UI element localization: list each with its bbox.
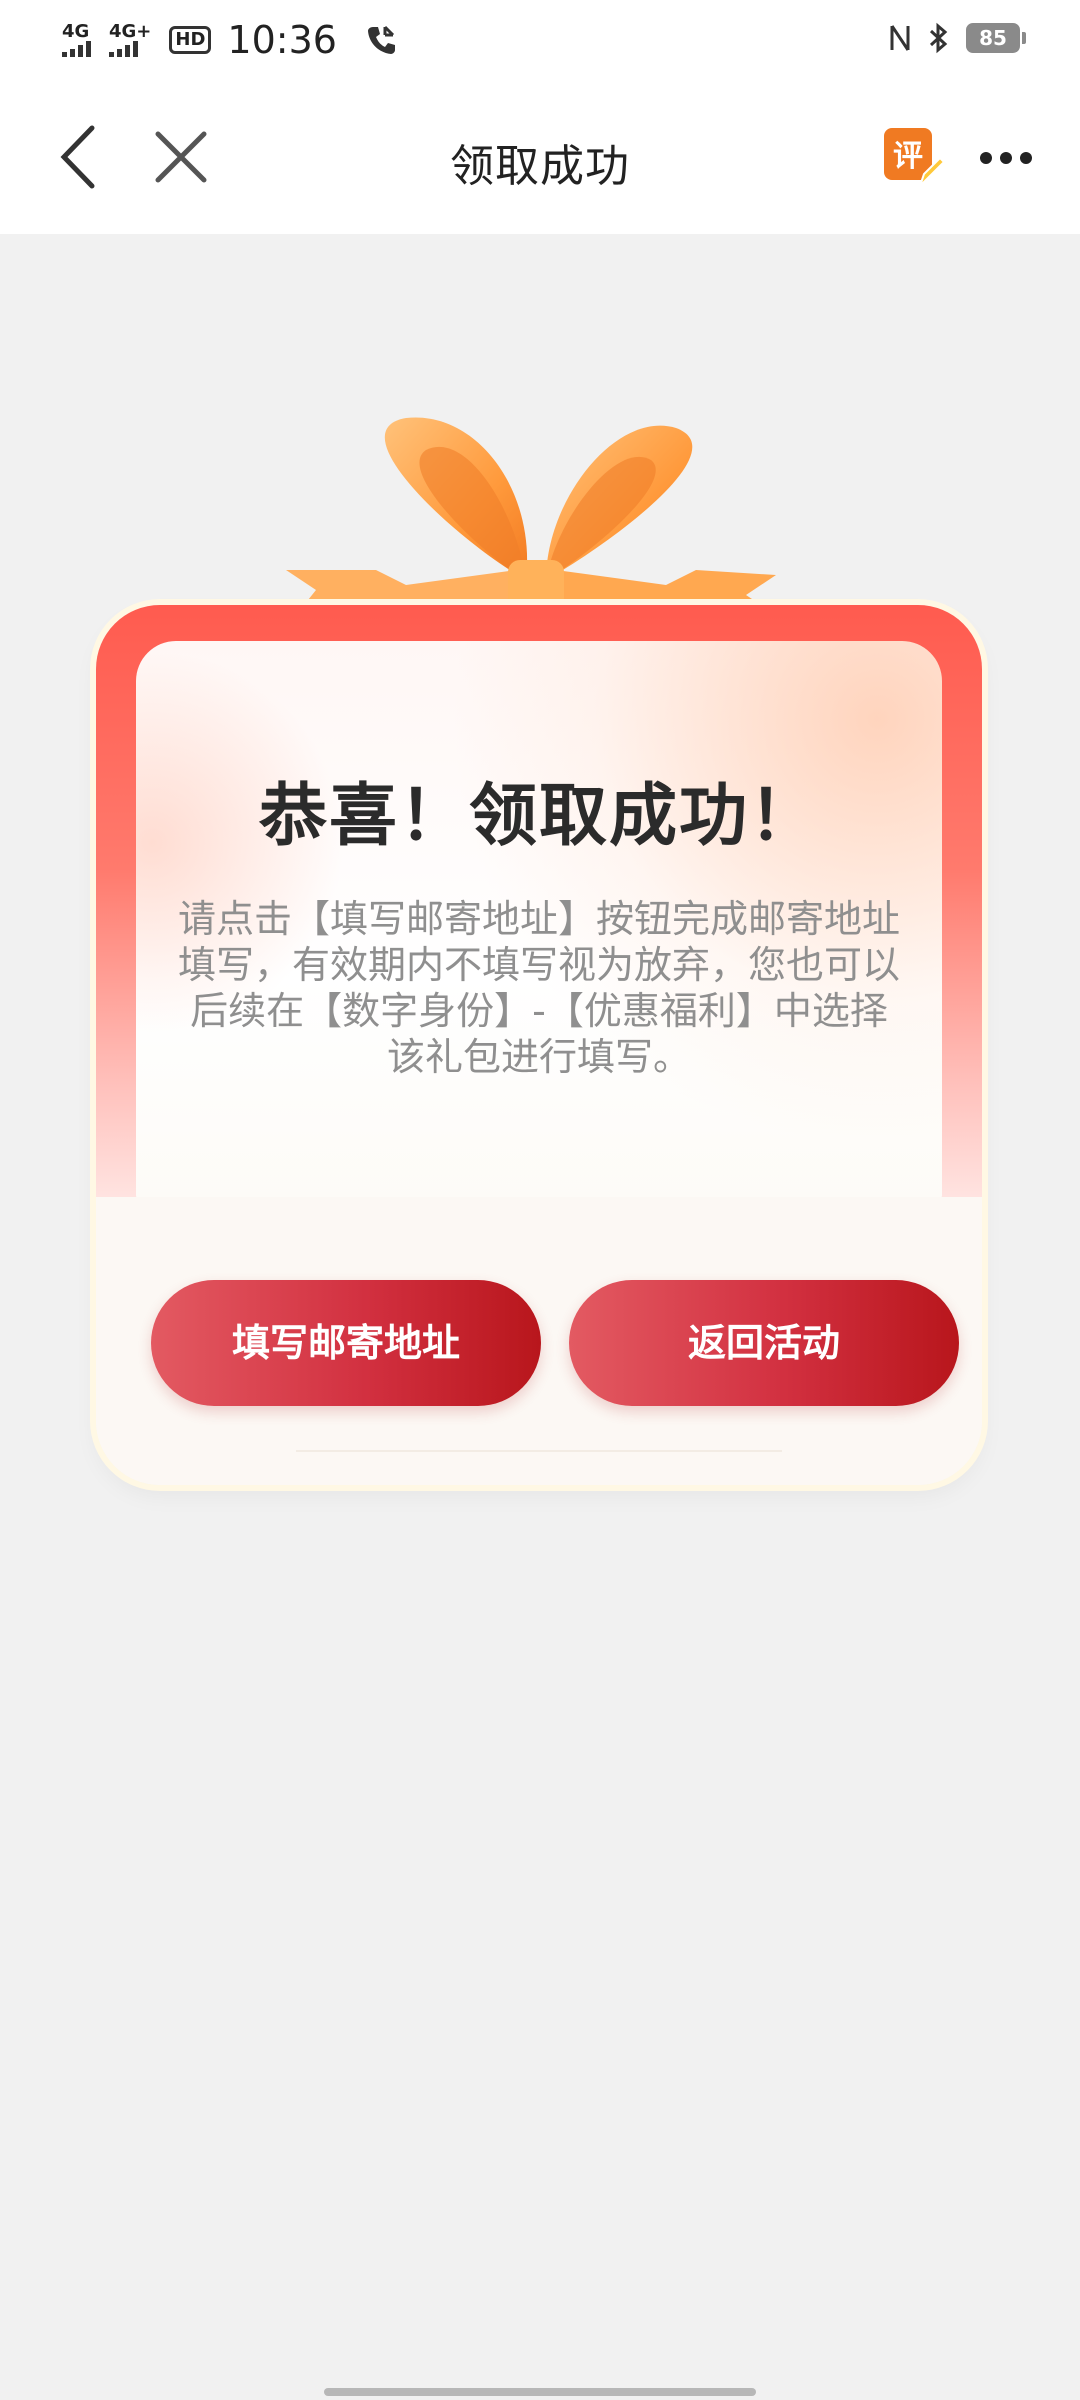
card-divider-notch [406, 1197, 672, 1229]
page: 4G 4G+ HD 10:36 85 领取成功 评 恭喜！领取成功！ 请点击【填… [0, 0, 1080, 2400]
rate-icon-text: 评 [893, 139, 923, 174]
network-type-label-2: 4G+ [109, 21, 152, 42]
signal-strength-icon: 4G [62, 23, 91, 57]
phone-call-icon [367, 25, 395, 54]
back-to-activity-button[interactable]: 返回活动 [569, 1280, 959, 1406]
status-time: 10:36 [227, 18, 337, 62]
rate-icon[interactable]: 评 [882, 126, 944, 188]
success-description: 请点击【填写邮寄地址】按钮完成邮寄地址填写，有效期内不填写视为放弃，您也可以后续… [177, 897, 900, 1079]
divider [296, 1450, 782, 1452]
battery-icon: 85 [966, 23, 1026, 53]
fill-address-button[interactable]: 填写邮寄地址 [151, 1280, 541, 1406]
signal-strength-icon-2: 4G+ [109, 23, 151, 57]
nav-bar: 领取成功 评 [0, 80, 1080, 234]
more-horizontal-icon[interactable] [978, 148, 1034, 168]
network-type-label: 4G [62, 21, 90, 42]
status-right: 85 [888, 22, 1026, 54]
status-left: 4G 4G+ HD 10:36 [62, 18, 399, 62]
success-title: 恭喜！领取成功！ [258, 777, 819, 856]
nfc-icon [890, 25, 910, 51]
gift-bow-icon [286, 417, 776, 615]
bluetooth-icon [929, 22, 948, 54]
home-indicator[interactable] [324, 2388, 756, 2396]
gift-card: 恭喜！领取成功！ 请点击【填写邮寄地址】按钮完成邮寄地址填写，有效期内不填写视为… [96, 410, 982, 1490]
status-bar: 4G 4G+ HD 10:36 85 [0, 0, 1080, 80]
hd-voice-icon: HD [169, 26, 212, 54]
